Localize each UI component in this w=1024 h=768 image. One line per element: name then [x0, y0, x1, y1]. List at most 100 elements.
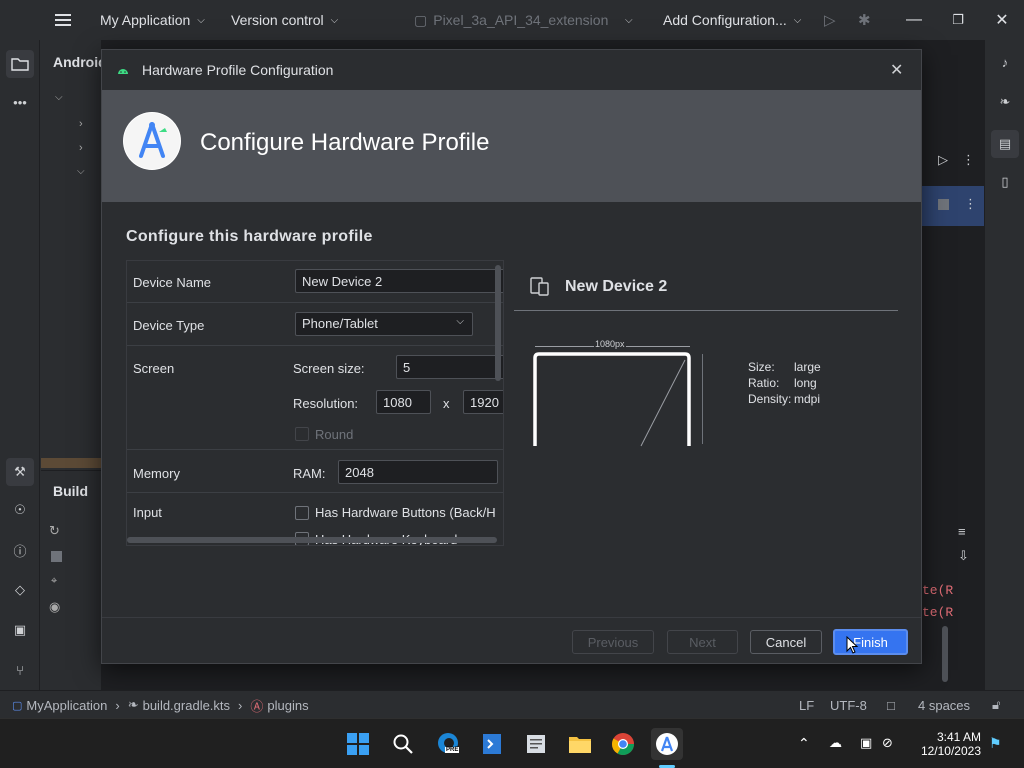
phone-icon: ▯ [1001, 174, 1009, 189]
onedrive-button[interactable]: ☁ [829, 735, 842, 751]
chrome-button[interactable] [608, 729, 638, 759]
build-tool-button[interactable]: ⚒ [6, 458, 34, 486]
soft-wrap-icon[interactable]: ≡ [958, 524, 966, 539]
edge-dev-button[interactable]: PRE [433, 729, 463, 759]
file-explorer-button[interactable] [565, 729, 595, 759]
previous-button[interactable]: Previous [572, 630, 654, 654]
hammer-icon: ⚒ [14, 464, 26, 479]
indent-setting[interactable]: 4 spaces [918, 691, 970, 719]
breadcrumb-symbol[interactable]: plugins [267, 698, 308, 713]
run-button[interactable]: ▷ [824, 0, 836, 40]
device-dropdown-chevron[interactable]: ⌵ [618, 0, 633, 40]
project-panel-title: Android [53, 54, 107, 70]
form-vertical-scrollbar[interactable] [495, 265, 501, 381]
line-separator[interactable]: LF [799, 691, 814, 719]
more-tools-button[interactable]: ••• [8, 90, 32, 114]
eye-icon[interactable]: ◉ [49, 599, 60, 615]
run-config-selector[interactable]: Add Configuration... ⌵ [663, 0, 801, 40]
project-selector[interactable]: My Application ⌵ [100, 0, 205, 40]
main-menu-button[interactable] [53, 0, 73, 40]
dialog-footer: Previous Next Cancel Finish [102, 617, 921, 663]
stop-icon[interactable] [938, 199, 949, 210]
tree-chevron-icon[interactable]: ⌵ [77, 166, 85, 177]
device-manager-button[interactable]: ▤ [991, 130, 1019, 158]
scroll-to-end-icon[interactable]: ⇩ [958, 548, 969, 564]
preview-device-name: New Device 2 [565, 278, 668, 295]
dialog-title: Hardware Profile Configuration [142, 62, 334, 78]
app-quality-button[interactable]: ◇ [8, 578, 32, 602]
breadcrumb-file[interactable]: build.gradle.kts [143, 698, 230, 713]
lock-button[interactable]: 🔓︎ [992, 691, 1000, 719]
play-icon[interactable]: ▷ [938, 152, 948, 168]
input-label: Input [133, 505, 162, 520]
form-horizontal-scrollbar[interactable] [127, 537, 497, 543]
warning-icon: ⓘ [13, 543, 27, 559]
volume-button[interactable]: ⊘ [882, 735, 893, 751]
notifications-button[interactable]: ♪ [993, 50, 1017, 74]
vscode-button[interactable] [477, 729, 507, 759]
ratio-value: long [794, 376, 817, 390]
problems-button[interactable]: ⓘ [8, 538, 32, 562]
screen-label: Screen [133, 361, 175, 376]
android-studio-button[interactable] [651, 728, 683, 760]
file-encoding[interactable]: UTF-8 [830, 691, 867, 719]
show-hidden-icons-button[interactable]: ⌃ [798, 735, 810, 752]
next-button[interactable]: Next [667, 630, 738, 654]
minimize-icon: — [906, 11, 922, 28]
device-icon: ▢ [414, 11, 428, 28]
resolution-height-input[interactable] [463, 390, 503, 414]
pin-icon[interactable]: ⌖ [51, 575, 57, 588]
hardware-buttons-checkbox[interactable] [295, 506, 309, 520]
running-devices-button[interactable]: ▯ [993, 170, 1017, 194]
notepad-button[interactable] [521, 729, 551, 759]
panel-scrollbar[interactable] [41, 458, 101, 468]
more-vertical-icon[interactable]: ⋮ [962, 152, 975, 168]
stop-icon[interactable] [51, 551, 62, 562]
project-tool-button[interactable] [6, 50, 34, 78]
resolution-width-input[interactable] [376, 390, 431, 414]
close-window-button[interactable]: ✕ [979, 0, 1024, 40]
folder-icon [569, 737, 591, 753]
tree-chevron-icon[interactable]: › [79, 118, 83, 130]
vcs-menu[interactable]: Version control ⌵ [231, 0, 338, 40]
tree-chevron-icon[interactable]: › [79, 142, 83, 154]
android-icon [118, 69, 128, 74]
device-type-select[interactable]: Phone/Tablet ⌵ [295, 312, 473, 336]
breadcrumb-project[interactable]: MyApplication [26, 698, 107, 713]
restore-button[interactable]: ❐ [935, 0, 981, 40]
debug-button[interactable]: ✱ [858, 0, 871, 40]
device-name-input[interactable] [295, 269, 503, 293]
more-vertical-icon[interactable]: ⋮ [964, 196, 977, 212]
minimize-button[interactable]: — [891, 0, 937, 40]
finish-button[interactable]: Finish [833, 629, 908, 655]
search-button[interactable] [388, 729, 418, 759]
network-button[interactable]: ▣ [860, 735, 872, 751]
tree-chevron-icon[interactable]: ⌵ [55, 92, 63, 103]
ram-input[interactable] [338, 460, 498, 484]
hamburger-icon [55, 14, 71, 26]
logcat-button[interactable]: ☉ [8, 498, 32, 522]
ratio-label: Ratio: [748, 376, 780, 390]
git-button[interactable]: ⑂ [8, 658, 32, 682]
screen-size-input[interactable] [396, 355, 503, 379]
cancel-button[interactable]: Cancel [750, 630, 822, 654]
dialog-close-button[interactable]: ✕ [890, 60, 903, 80]
selected-run-row[interactable]: ⋮ [920, 186, 984, 226]
build-panel: Build ↻ ⌖ ◉ [41, 470, 101, 690]
network-icon: ▣ [860, 735, 873, 750]
edge-browser-icon [438, 733, 458, 753]
chevron-down-icon: ⌵ [330, 14, 339, 26]
device-outline [533, 352, 691, 447]
device-selector[interactable]: ▢ Pixel_3a_API_34_extension [414, 0, 608, 40]
round-checkbox[interactable] [295, 427, 309, 441]
editor-scrollbar[interactable] [942, 626, 948, 682]
gradle-button[interactable]: ❧ [993, 90, 1017, 114]
restore-icon: ❐ [952, 12, 964, 27]
clock[interactable]: 3:41 AM 12/10/2023 [905, 730, 981, 758]
readonly-toggle[interactable]: □ [887, 691, 895, 719]
play-icon: ▷ [824, 12, 836, 29]
terminal-button[interactable]: ▣ [8, 618, 32, 642]
sync-icon[interactable]: ↻ [49, 523, 60, 539]
start-button[interactable] [343, 729, 373, 759]
notification-center-button[interactable]: ⚑ [989, 735, 1002, 752]
